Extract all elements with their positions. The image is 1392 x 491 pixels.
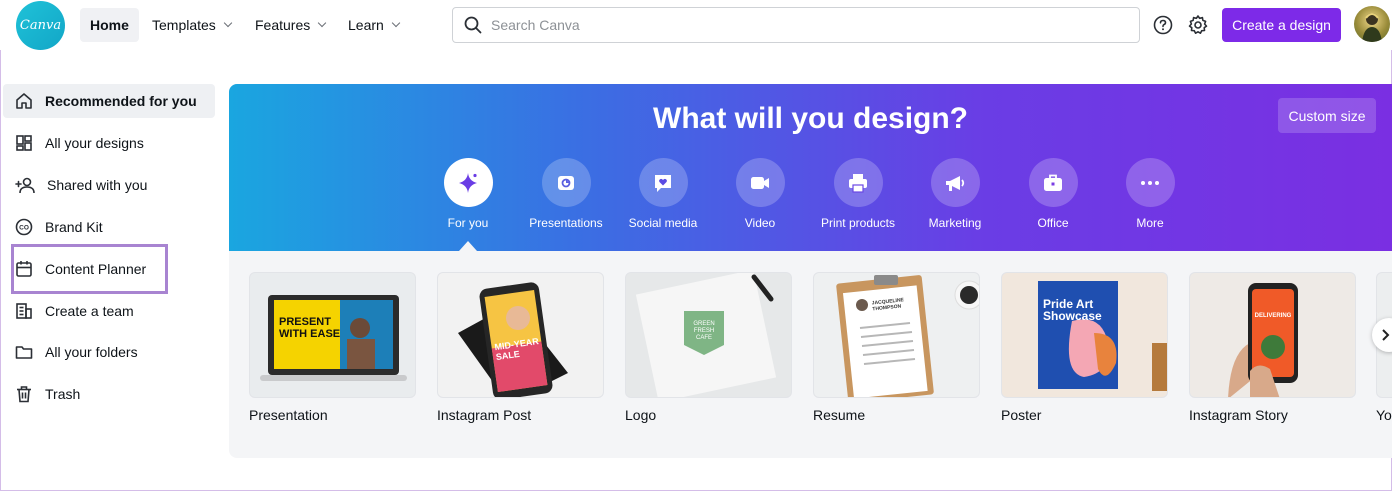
briefcase-icon bbox=[1044, 174, 1062, 191]
canva-logo[interactable]: Canva bbox=[16, 1, 65, 50]
thumb-text: PRESENT WITH EASE bbox=[279, 316, 341, 340]
more-dots-icon bbox=[1141, 180, 1159, 185]
nav-templates-label: Templates bbox=[152, 17, 216, 33]
folder-icon bbox=[15, 346, 33, 359]
category-label: Office bbox=[1037, 216, 1069, 230]
category-label: Video bbox=[744, 216, 776, 230]
search-input[interactable] bbox=[491, 17, 1091, 33]
grid-icon bbox=[16, 135, 32, 151]
instagram-post-thumbnail: MID-YEAR SALE bbox=[437, 272, 604, 398]
avatar[interactable] bbox=[1354, 6, 1390, 42]
category-label: Marketing bbox=[928, 216, 982, 230]
heart-chat-icon bbox=[655, 174, 671, 192]
trash-icon bbox=[17, 386, 31, 403]
sidebar-item-recommended[interactable]: Recommended for you bbox=[3, 84, 215, 118]
card-label: Presentation bbox=[249, 407, 328, 423]
video-camera-icon bbox=[751, 176, 769, 189]
team-building-icon bbox=[16, 303, 32, 319]
poster-thumbnail: Pride Art Showcase bbox=[1001, 272, 1168, 398]
design-card-poster[interactable]: Pride Art Showcase Poster bbox=[1001, 272, 1168, 423]
chevron-right-icon bbox=[1382, 329, 1390, 341]
card-label: Yo bbox=[1376, 407, 1392, 423]
sidebar-item-label: Recommended for you bbox=[45, 93, 197, 109]
thumb-text: GREEN FRESH CAFE bbox=[693, 321, 715, 341]
chevron-down-icon bbox=[318, 18, 327, 28]
nav-home-label: Home bbox=[90, 17, 129, 33]
card-label: Poster bbox=[1001, 407, 1042, 423]
home-icon bbox=[16, 93, 32, 109]
sidebar-item-folders[interactable]: All your folders bbox=[3, 335, 215, 369]
nav-features[interactable]: Features bbox=[245, 8, 335, 42]
card-label: Resume bbox=[813, 407, 866, 423]
design-card-presentation[interactable]: PRESENT WITH EASE Presentation bbox=[249, 272, 416, 423]
sidebar-item-label: Brand Kit bbox=[45, 219, 103, 235]
category-print-products[interactable]: Print products bbox=[808, 158, 908, 230]
nav-templates[interactable]: Templates bbox=[142, 8, 241, 42]
sparkle-icon bbox=[459, 172, 477, 193]
card-label: Logo bbox=[625, 407, 657, 423]
sidebar-item-label: Trash bbox=[45, 386, 81, 402]
hero-title: What will you design? bbox=[653, 102, 968, 135]
nav-home[interactable]: Home bbox=[80, 8, 139, 42]
category-more[interactable]: More bbox=[1100, 158, 1200, 230]
hero-banner: What will you design? Custom size For yo… bbox=[229, 84, 1392, 251]
sidebar-item-create-team[interactable]: Create a team bbox=[3, 294, 215, 328]
chevron-down-icon bbox=[223, 18, 233, 28]
gear-icon[interactable] bbox=[1187, 14, 1209, 36]
nav-features-label: Features bbox=[255, 17, 311, 33]
avatar-image bbox=[1362, 13, 1382, 42]
resume-thumbnail: JACQUELINE THOMPSON bbox=[813, 272, 980, 398]
chevron-down-icon bbox=[391, 18, 401, 28]
category-label: Social media bbox=[628, 216, 698, 230]
category-label: Print products bbox=[820, 216, 896, 230]
nav-learn[interactable]: Learn bbox=[338, 8, 409, 42]
search-bar[interactable] bbox=[452, 7, 1140, 43]
category-label: More bbox=[1136, 216, 1164, 230]
sidebar-item-brand-kit[interactable]: CO Brand Kit bbox=[3, 210, 215, 244]
instagram-story-thumbnail: DELIVERING bbox=[1189, 272, 1356, 398]
selection-pointer bbox=[459, 241, 477, 251]
custom-size-button[interactable]: Custom size bbox=[1278, 98, 1376, 133]
sidebar-item-label: Shared with you bbox=[47, 177, 148, 193]
card-label: Instagram Post bbox=[437, 407, 532, 423]
category-label: For you bbox=[447, 216, 489, 230]
design-card-resume[interactable]: JACQUELINE THOMPSON Resume bbox=[813, 272, 980, 423]
logo-thumbnail: GREEN FRESH CAFE bbox=[625, 272, 792, 398]
printer-icon bbox=[849, 173, 867, 193]
create-design-button[interactable]: Create a design bbox=[1222, 8, 1341, 42]
highlight-box bbox=[11, 244, 168, 294]
card-label: Instagram Story bbox=[1189, 407, 1288, 423]
design-card-instagram-post[interactable]: MID-YEAR SALE Instagram Post bbox=[437, 272, 604, 423]
logo-text: Canva bbox=[19, 18, 62, 33]
design-card-logo[interactable]: GREEN FRESH CAFE Logo bbox=[625, 272, 792, 423]
sidebar-item-label: All your designs bbox=[45, 135, 144, 151]
category-marketing[interactable]: Marketing bbox=[905, 158, 1005, 230]
search-icon bbox=[464, 16, 482, 34]
brand-kit-icon: CO bbox=[15, 218, 33, 236]
design-card-instagram-story[interactable]: DELIVERING Instagram Story bbox=[1189, 272, 1356, 423]
category-social-media[interactable]: Social media bbox=[613, 158, 713, 230]
top-bar: Canva Home Templates Features Learn Crea… bbox=[0, 0, 1392, 50]
sidebar-item-trash[interactable]: Trash bbox=[3, 377, 215, 411]
svg-text:CO: CO bbox=[19, 225, 29, 232]
category-for-you[interactable]: For you bbox=[418, 158, 518, 230]
thumb-text: DELIVERING bbox=[1254, 313, 1292, 319]
presentation-icon bbox=[558, 175, 574, 190]
category-label: Presentations bbox=[529, 216, 603, 230]
sidebar-item-shared[interactable]: Shared with you bbox=[3, 168, 215, 202]
category-office[interactable]: Office bbox=[1003, 158, 1103, 230]
presentation-thumbnail: PRESENT WITH EASE bbox=[249, 272, 416, 398]
sidebar-item-all-designs[interactable]: All your designs bbox=[3, 126, 215, 160]
megaphone-icon bbox=[946, 175, 965, 191]
category-presentations[interactable]: Presentations bbox=[516, 158, 616, 230]
nav-learn-label: Learn bbox=[348, 17, 384, 33]
sidebar-item-label: Create a team bbox=[45, 303, 134, 319]
sidebar-item-label: All your folders bbox=[45, 344, 138, 360]
help-icon[interactable] bbox=[1153, 15, 1173, 35]
shared-users-icon bbox=[15, 177, 35, 194]
thumb-text: Pride Art Showcase bbox=[1043, 297, 1102, 323]
category-video[interactable]: Video bbox=[710, 158, 810, 230]
